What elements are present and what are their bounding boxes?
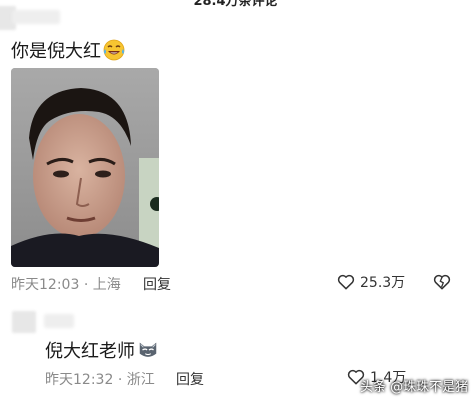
comment-location: 上海 — [92, 277, 121, 293]
username[interactable] — [44, 314, 74, 328]
reply-button[interactable]: 回复 — [176, 369, 204, 389]
laughing-tears-emoji-icon — [102, 38, 126, 62]
reply-comment-text: 倪大红老师 — [45, 341, 135, 362]
comment-time: 昨天12:03 — [11, 277, 80, 293]
avatar[interactable] — [12, 311, 36, 333]
reply-comment-body: 倪大红老师 — [45, 337, 159, 363]
username[interactable] — [12, 10, 60, 24]
like-count: 25.3万 — [360, 275, 406, 291]
comment-location: 浙江 — [126, 372, 155, 388]
reply-comment-meta: 昨天12:32 · 浙江 — [45, 369, 155, 389]
separator-dot: · — [117, 372, 127, 388]
comment-body: 你是倪大红 — [11, 37, 126, 63]
comment-photo[interactable] — [11, 68, 159, 267]
like-button[interactable]: 25.3万 — [336, 272, 405, 292]
watermark: 头条 @珠珠不是猪 — [360, 380, 469, 395]
comments-count-title: 28.4万条评论 — [193, 0, 278, 9]
dislike-button[interactable] — [432, 272, 452, 296]
separator-dot: · — [83, 277, 93, 293]
heart-icon — [336, 272, 356, 292]
broken-heart-icon — [432, 272, 452, 292]
comment-meta: 昨天12:03 · 上海 — [11, 274, 121, 294]
cat-emoji-icon — [137, 339, 159, 361]
comment-text: 你是倪大红 — [11, 41, 101, 62]
reply-button[interactable]: 回复 — [143, 274, 171, 294]
comment-time: 昨天12:32 — [45, 372, 114, 388]
